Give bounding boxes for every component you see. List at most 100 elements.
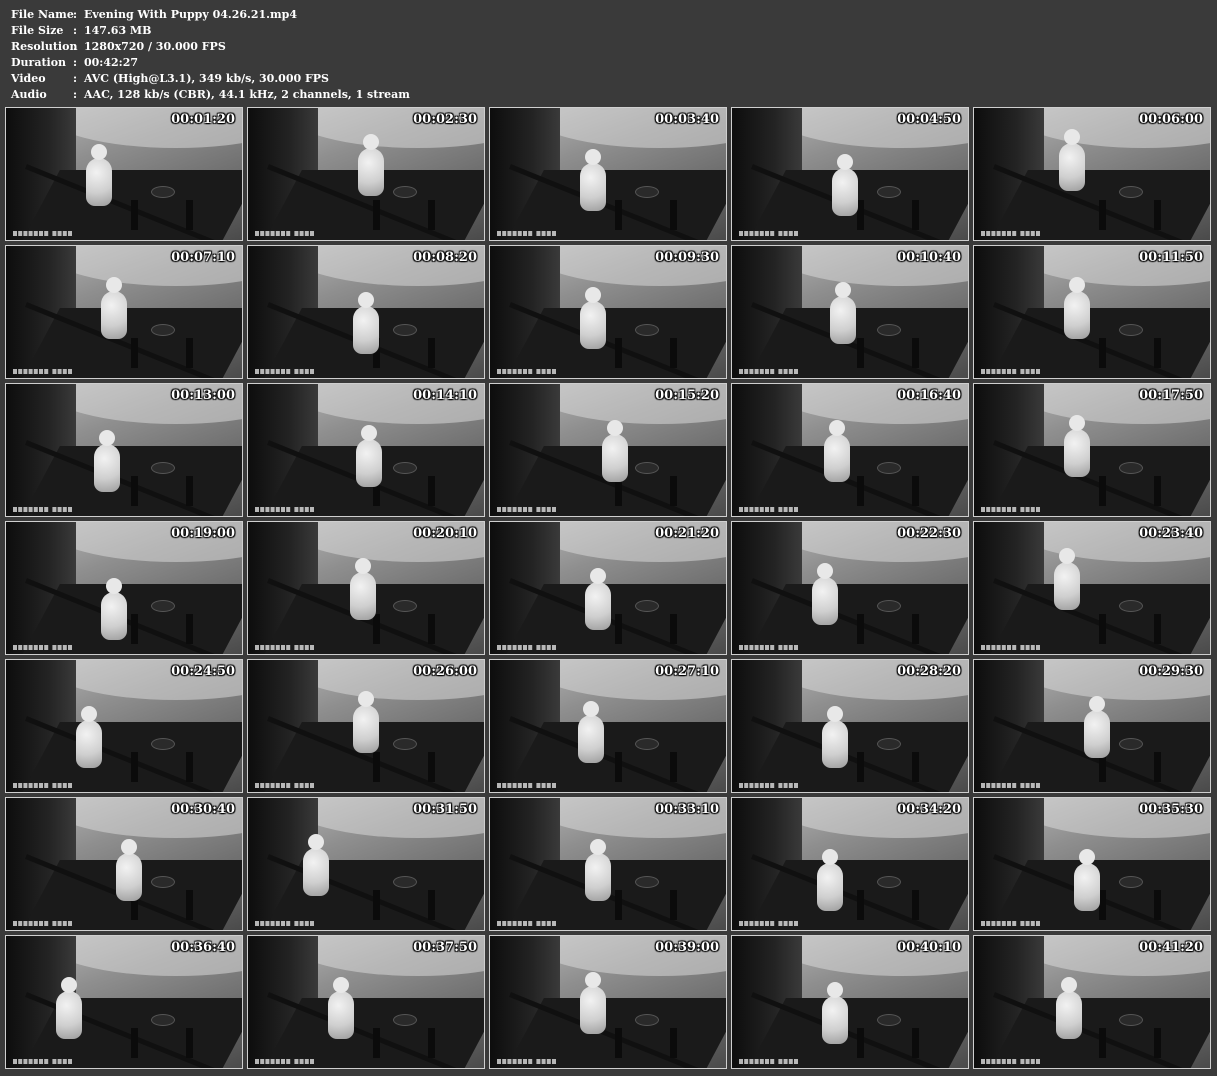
thumbnail-post (912, 1028, 919, 1058)
thumbnail-post (857, 890, 864, 920)
thumbnail-post (670, 200, 677, 230)
video-thumbnail[interactable]: 00:01:20 (5, 107, 243, 241)
watermark-logo-icon (255, 231, 314, 236)
thumbnail-timestamp: 00:21:20 (655, 526, 719, 541)
thumbnail-bowl (393, 600, 417, 612)
video-thumbnail[interactable]: 00:30:40 (5, 797, 243, 931)
thumbnail-bowl (877, 738, 901, 750)
watermark-logo-icon (13, 921, 72, 926)
thumbnail-post (186, 890, 193, 920)
video-thumbnail[interactable]: 00:10:40 (731, 245, 969, 379)
video-thumbnail[interactable]: 00:04:50 (731, 107, 969, 241)
thumbnail-post (428, 614, 435, 644)
thumbnail-post (428, 338, 435, 368)
thumbnail-post (1154, 752, 1161, 782)
watermark-logo-icon (13, 369, 72, 374)
watermark-logo-icon (739, 1059, 798, 1064)
video-thumbnail[interactable]: 00:27:10 (489, 659, 727, 793)
video-thumbnail[interactable]: 00:40:10 (731, 935, 969, 1069)
thumbnail-post (186, 476, 193, 506)
video-thumbnail[interactable]: 00:23:40 (973, 521, 1211, 655)
video-thumbnail[interactable]: 00:02:30 (247, 107, 485, 241)
watermark-logo-icon (739, 645, 798, 650)
thumbnail-figure (585, 568, 611, 630)
video-thumbnail[interactable]: 00:08:20 (247, 245, 485, 379)
thumbnail-figure (822, 706, 848, 768)
thumbnail-figure (303, 834, 329, 896)
thumbnail-bowl (393, 186, 417, 198)
thumbnail-figure (1056, 977, 1082, 1039)
video-thumbnail[interactable]: 00:06:00 (973, 107, 1211, 241)
thumbnail-figure (356, 425, 382, 487)
video-thumbnail[interactable]: 00:29:30 (973, 659, 1211, 793)
thumbnail-timestamp: 00:39:00 (655, 940, 719, 955)
thumbnail-post (131, 614, 138, 644)
info-label: Duration (11, 56, 67, 69)
thumbnail-post (1154, 890, 1161, 920)
info-separator: : (73, 24, 78, 37)
video-thumbnail[interactable]: 00:39:00 (489, 935, 727, 1069)
thumbnail-figure (56, 977, 82, 1039)
info-row-file-name: File Name : Evening With Puppy 04.26.21.… (11, 7, 410, 23)
thumbnail-figure (832, 154, 858, 216)
video-thumbnail[interactable]: 00:19:00 (5, 521, 243, 655)
thumbnail-figure (817, 849, 843, 911)
video-thumbnail[interactable]: 00:13:00 (5, 383, 243, 517)
video-thumbnail[interactable]: 00:21:20 (489, 521, 727, 655)
thumbnail-figure (580, 972, 606, 1034)
thumbnail-bowl (151, 324, 175, 336)
video-thumbnail[interactable]: 00:28:20 (731, 659, 969, 793)
thumbnail-post (1099, 200, 1106, 230)
thumbnail-post (131, 1028, 138, 1058)
info-row-resolution: Resolution : 1280x720 / 30.000 FPS (11, 39, 410, 55)
video-thumbnail[interactable]: 00:07:10 (5, 245, 243, 379)
video-thumbnail[interactable]: 00:41:20 (973, 935, 1211, 1069)
video-thumbnail[interactable]: 00:24:50 (5, 659, 243, 793)
thumbnail-post (857, 752, 864, 782)
thumbnail-post (131, 752, 138, 782)
thumbnail-post (373, 890, 380, 920)
video-thumbnail[interactable]: 00:11:50 (973, 245, 1211, 379)
thumbnail-post (912, 890, 919, 920)
watermark-logo-icon (13, 1059, 72, 1064)
video-thumbnail[interactable]: 00:22:30 (731, 521, 969, 655)
video-thumbnail[interactable]: 00:09:30 (489, 245, 727, 379)
video-thumbnail[interactable]: 00:34:20 (731, 797, 969, 931)
thumbnail-post (912, 338, 919, 368)
thumbnail-figure (1074, 849, 1100, 911)
thumbnail-post (1154, 1028, 1161, 1058)
watermark-logo-icon (981, 645, 1040, 650)
thumbnail-timestamp: 00:29:30 (1139, 664, 1203, 679)
thumbnail-post (1154, 200, 1161, 230)
thumbnail-timestamp: 00:26:00 (413, 664, 477, 679)
thumbnail-bowl (877, 876, 901, 888)
video-thumbnail[interactable]: 00:33:10 (489, 797, 727, 931)
watermark-logo-icon (497, 507, 556, 512)
info-value: Evening With Puppy 04.26.21.mp4 (84, 8, 297, 21)
video-thumbnail[interactable]: 00:03:40 (489, 107, 727, 241)
thumbnail-post (857, 338, 864, 368)
video-thumbnail[interactable]: 00:37:50 (247, 935, 485, 1069)
info-separator: : (73, 72, 78, 85)
video-thumbnail[interactable]: 00:17:50 (973, 383, 1211, 517)
video-thumbnail[interactable]: 00:15:20 (489, 383, 727, 517)
watermark-logo-icon (497, 231, 556, 236)
thumbnail-figure (1084, 696, 1110, 758)
thumbnail-post (186, 1028, 193, 1058)
thumbnail-figure (822, 982, 848, 1044)
thumbnail-post (615, 752, 622, 782)
video-thumbnail[interactable]: 00:31:50 (247, 797, 485, 931)
thumbnail-post (186, 614, 193, 644)
video-thumbnail[interactable]: 00:14:10 (247, 383, 485, 517)
info-separator: : (73, 56, 78, 69)
thumbnail-bowl (1119, 1014, 1143, 1026)
video-thumbnail[interactable]: 00:20:10 (247, 521, 485, 655)
video-thumbnail[interactable]: 00:16:40 (731, 383, 969, 517)
thumbnail-bowl (877, 186, 901, 198)
video-thumbnail[interactable]: 00:26:00 (247, 659, 485, 793)
watermark-logo-icon (497, 369, 556, 374)
video-thumbnail[interactable]: 00:35:30 (973, 797, 1211, 931)
video-thumbnail[interactable]: 00:36:40 (5, 935, 243, 1069)
info-value: AVC (High@L3.1), 349 kb/s, 30.000 FPS (84, 72, 329, 85)
thumbnail-post (373, 1028, 380, 1058)
